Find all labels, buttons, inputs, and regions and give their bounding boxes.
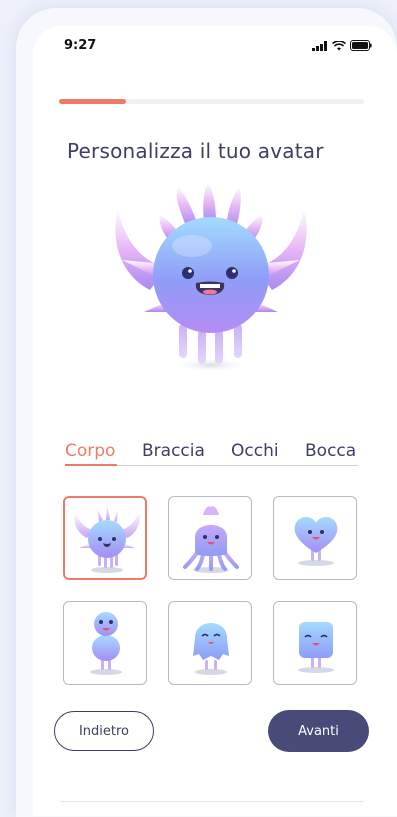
page-title: Personalizza il tuo avatar [67,139,324,163]
tentacle-monster-icon [183,506,239,573]
next-button[interactable]: Avanti [268,710,369,752]
option-heart-monster[interactable] [273,496,357,580]
tab-corpo[interactable]: Corpo [65,441,115,461]
back-button[interactable]: Indietro [54,711,154,751]
spiky-monster-icon [74,504,140,573]
progress-bar [59,99,364,104]
avatar-preview [115,182,307,372]
square-monster-icon [298,622,334,673]
tab-occhi[interactable]: Occhi [231,441,279,461]
wifi-icon [332,40,346,50]
status-icons [312,40,372,51]
progress-fill [59,99,127,104]
bottom-divider [60,801,364,802]
active-tab-indicator [65,464,117,466]
peanut-monster-icon [90,612,122,675]
heart-monster-icon [294,517,338,566]
option-spiky-monster[interactable] [63,496,147,580]
tab-braccia[interactable]: Braccia [142,441,205,461]
option-tentacle-monster[interactable] [168,496,252,580]
tab-bocca[interactable]: Bocca [305,441,356,461]
category-tabs: Corpo Braccia Occhi Bocca [65,441,358,467]
option-ghost-monster[interactable] [168,601,252,685]
ghost-monster-icon [193,623,229,675]
option-peanut-monster[interactable] [63,601,147,685]
status-time: 9:27 [64,38,97,53]
battery-icon [350,40,372,51]
signal-icon [312,40,327,51]
option-square-monster[interactable] [273,601,357,685]
